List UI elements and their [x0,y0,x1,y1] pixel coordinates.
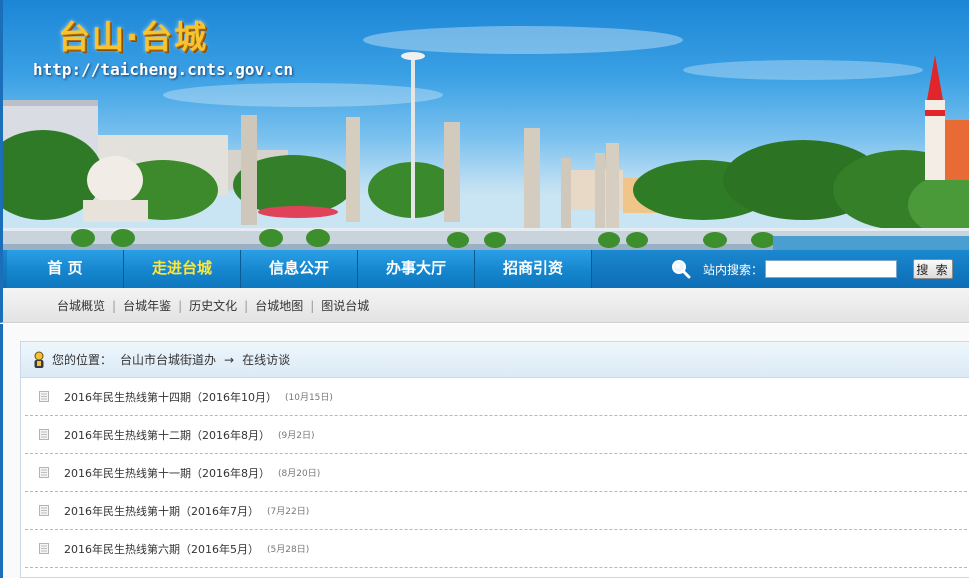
subnav-item-map[interactable]: 台城地图 [255,297,303,314]
article-title-link[interactable]: 2016年民生热线第十二期（2016年8月） [64,427,270,443]
article-date: (8月20日) [278,469,321,479]
nav-item-service-hall[interactable]: 办事大厅 [358,250,475,288]
site-url: http://taicheng.cnts.gov.cn [33,60,294,79]
article-date: (7月22日) [267,507,310,517]
article-title-link[interactable]: 2016年民生热线第六期（2016年5月） [64,541,259,557]
main-nav: 首 页 走进台城 信息公开 办事大厅 招商引资 站内搜索： 搜 索 [0,250,969,288]
article-date: (10月15日) [284,393,333,403]
breadcrumb-arrow: → [224,352,235,367]
subnav-item-yearbook[interactable]: 台城年鉴 [123,297,171,314]
subnav-separator: | [178,298,183,313]
search-icon [672,260,691,279]
article-date: (9月2日) [278,431,315,441]
nav-item-info-disclosure[interactable]: 信息公开 [241,250,358,288]
list-item: 2016年民生热线第十一期（2016年8月） (8月20日) [25,454,969,492]
document-icon [39,391,49,402]
breadcrumb-link-interview[interactable]: 在线访谈 [242,351,290,368]
subnav-separator: | [112,298,117,313]
nav-item-investment[interactable]: 招商引资 [475,250,592,288]
search-button[interactable]: 搜 索 [913,259,954,279]
nav-item-about-taicheng[interactable]: 走进台城 [124,250,241,288]
sub-nav: 台城概览 | 台城年鉴 | 历史文化 | 台城地图 | 图说台城 [0,288,969,323]
subnav-item-overview[interactable]: 台城概览 [57,297,105,314]
list-item: 2016年民生热线第六期（2016年5月） (5月28日) [25,530,969,568]
article-title-link[interactable]: 2016年民生热线第十一期（2016年8月） [64,465,270,481]
article-title-link[interactable]: 2016年民生热线第十四期（2016年10月） [64,389,277,405]
search-input[interactable] [765,260,898,278]
content-area: 您的位置： 台山市台城街道办 → 在线访谈 2016年民生热线第十四期（2016… [0,324,969,578]
subnav-separator: | [244,298,249,313]
list-item: 2016年民生热线第十二期（2016年8月） (9月2日) [25,416,969,454]
search-label: 站内搜索： [703,262,764,277]
document-icon [39,543,49,554]
breadcrumb: 您的位置： 台山市台城街道办 → 在线访谈 [21,342,969,378]
subnav-separator: | [310,298,315,313]
header-banner: 台山·台城 http://taicheng.cnts.gov.cn [0,0,969,250]
site-search: 站内搜索： 搜 索 [671,258,954,280]
list-item: 2016年民生热线第十期（2016年7月） (7月22日) [25,492,969,530]
article-title-link[interactable]: 2016年民生热线第十期（2016年7月） [64,503,259,519]
subnav-item-history[interactable]: 历史文化 [189,297,237,314]
breadcrumb-link-office[interactable]: 台山市台城街道办 [120,351,216,368]
article-list-box: 您的位置： 台山市台城街道办 → 在线访谈 2016年民生热线第十四期（2016… [20,341,969,578]
document-icon [39,505,49,516]
document-icon [39,429,49,440]
site-title: 台山·台城 [58,18,209,56]
list-item: 2016年民生热线第十四期（2016年10月） (10月15日) [25,378,969,416]
subnav-item-gallery[interactable]: 图说台城 [321,297,369,314]
breadcrumb-label: 您的位置： [52,353,113,367]
article-date: (5月28日) [267,545,310,555]
article-list: 2016年民生热线第十四期（2016年10月） (10月15日) 2016年民生… [21,378,969,568]
document-icon [39,467,49,478]
nav-item-home[interactable]: 首 页 [7,250,124,288]
location-person-icon [34,351,44,368]
